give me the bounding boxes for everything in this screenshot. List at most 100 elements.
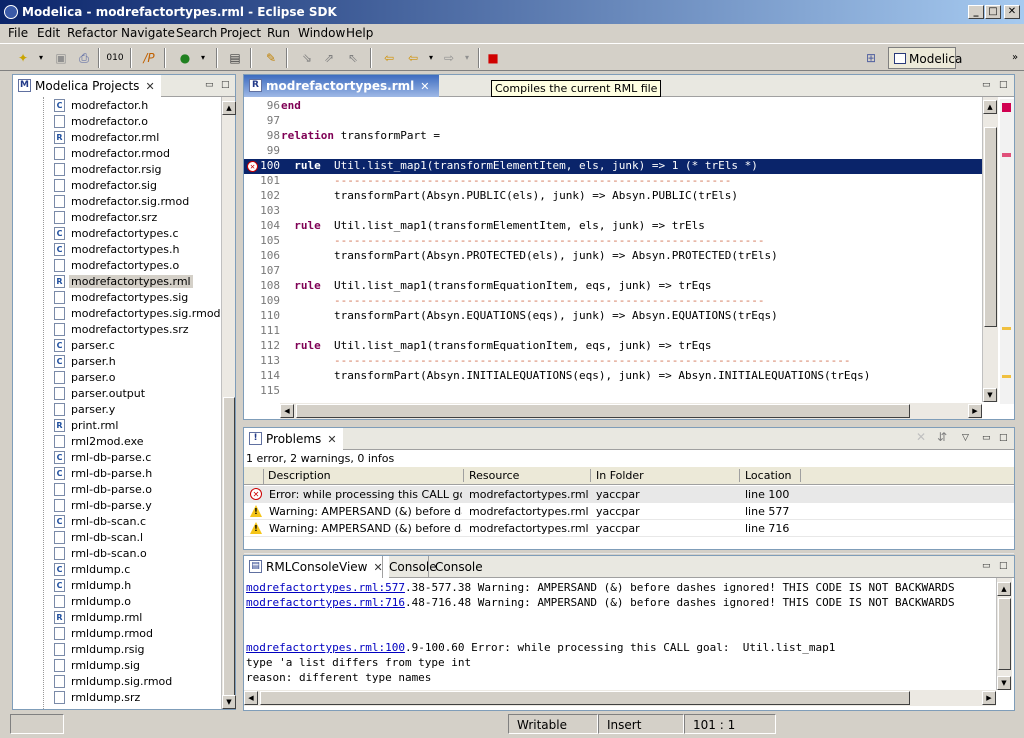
compile-rml-icon[interactable]: /P <box>140 49 158 67</box>
scroll-up-icon[interactable]: ▲ <box>983 100 997 114</box>
editor-hscroll[interactable]: ◀ ▶ <box>280 403 982 419</box>
tree-item[interactable]: modrefactor.o <box>13 114 221 130</box>
tree-item[interactable]: rmldump.rmod <box>13 626 221 642</box>
tree-item[interactable]: rmldump.sig.rmod <box>13 674 221 690</box>
menu-run[interactable]: Run <box>267 26 290 40</box>
tree-item[interactable]: modrefactortypes.o <box>13 258 221 274</box>
maximize-view-icon[interactable]: □ <box>221 80 230 90</box>
back-icon[interactable]: ⇦ <box>404 49 422 67</box>
console-file-link[interactable]: modrefactortypes.rml:100 <box>246 641 405 654</box>
minimize-view-icon[interactable]: ▭ <box>982 80 991 90</box>
filter-icon[interactable]: ⇵ <box>937 430 947 444</box>
last-edit-icon[interactable]: ⇖ <box>344 49 362 67</box>
minimize-view-icon[interactable]: ▭ <box>205 80 214 90</box>
prev-annotation-icon[interactable]: ⇗ <box>320 49 338 67</box>
tree-item[interactable]: modrefactor.srz <box>13 210 221 226</box>
console-file-link[interactable]: modrefactortypes.rml:577 <box>246 581 405 594</box>
tree-item[interactable]: rmldump.o <box>13 594 221 610</box>
delete-icon[interactable]: ✕ <box>916 430 926 444</box>
code-line[interactable]: 98 relation transformPart = <box>244 129 982 144</box>
tree-item[interactable]: Cmodrefactortypes.h <box>13 242 221 258</box>
tree-item[interactable]: Rrmldump.rml <box>13 610 221 626</box>
problem-row[interactable]: ! Warning: AMPERSAND (&) before da... modr… <box>244 520 1014 537</box>
run-dropdown-icon[interactable]: ▾ <box>194 49 212 67</box>
editor-scroll-thumb[interactable] <box>984 127 997 327</box>
code-line[interactable]: ✕ 100 rule Util.list_map1(transformElemen… <box>244 159 982 174</box>
tree-item[interactable]: parser.y <box>13 402 221 418</box>
open-perspective-icon[interactable]: ⊞ <box>862 49 880 67</box>
close-icon[interactable]: ✕ <box>145 80 154 93</box>
tree-item[interactable]: rml2mod.exe <box>13 434 221 450</box>
perspective-modelica[interactable]: Modelica <box>888 47 962 69</box>
menu-file[interactable]: File <box>8 26 28 40</box>
scroll-down-icon[interactable]: ▼ <box>222 695 236 709</box>
menu-project[interactable]: Project <box>220 26 261 40</box>
problem-row[interactable]: ✕ Error: while processing this CALL go...… <box>244 486 1014 503</box>
console-hscroll-thumb[interactable] <box>260 691 910 705</box>
col-location[interactable]: Location <box>740 469 801 482</box>
tree-item[interactable]: rmldump.srz <box>13 690 221 706</box>
task-icon[interactable]: ▤ <box>226 49 244 67</box>
scroll-right-icon[interactable]: ▶ <box>982 691 996 705</box>
minimize-view-icon[interactable]: ▭ <box>982 561 991 571</box>
editor-hscroll-thumb[interactable] <box>296 404 910 418</box>
col-description[interactable]: Description <box>264 469 464 482</box>
scroll-up-icon[interactable]: ▲ <box>997 582 1011 596</box>
scroll-up-icon[interactable]: ▲ <box>222 101 236 115</box>
tree-item[interactable]: rmldump.sig <box>13 658 221 674</box>
menu-window[interactable]: Window <box>298 26 345 40</box>
warning-line-marker[interactable] <box>1002 375 1011 378</box>
maximize-button[interactable]: □ <box>985 5 1001 19</box>
tree-item[interactable]: Cmodrefactor.h <box>13 98 221 114</box>
tree-item[interactable]: Rmodrefactortypes.rml <box>13 274 221 290</box>
scroll-down-icon[interactable]: ▼ <box>983 388 997 402</box>
code-line[interactable]: 96 end <box>244 99 982 114</box>
tree-item[interactable]: Cparser.c <box>13 338 221 354</box>
scroll-down-icon[interactable]: ▼ <box>997 676 1011 690</box>
close-icon[interactable]: ✕ <box>327 433 336 446</box>
warning-line-marker[interactable] <box>1002 327 1011 330</box>
tree-item[interactable]: modrefactortypes.sig <box>13 290 221 306</box>
tree-item[interactable]: parser.o <box>13 370 221 386</box>
code-line[interactable]: 105 ------------------------------------… <box>244 234 982 249</box>
tree-item[interactable]: rml-db-parse.o <box>13 482 221 498</box>
minimize-view-icon[interactable]: ▭ <box>982 433 991 443</box>
code-line[interactable]: 102 transformPart(Absyn.PUBLIC(els), jun… <box>244 189 982 204</box>
scroll-right-icon[interactable]: ▶ <box>968 404 982 418</box>
code-line[interactable]: 109 ------------------------------------… <box>244 294 982 309</box>
save-icon[interactable]: ▣ <box>52 49 70 67</box>
tree-item[interactable]: Cmodrefactortypes.c <box>13 226 221 242</box>
next-annotation-icon[interactable]: ⇘ <box>298 49 316 67</box>
menu-search[interactable]: Search <box>176 26 217 40</box>
tab-problems[interactable]: ! Problems ✕ <box>244 428 343 450</box>
tab-modrefactortypes-rml[interactable]: Rmodrefactortypes.rml ✕ <box>244 75 440 97</box>
tree-item[interactable]: Crml-db-parse.c <box>13 450 221 466</box>
tree-item[interactable]: modrefactortypes.sig.rmod <box>13 306 221 322</box>
tree-scroll-thumb[interactable] <box>223 397 235 707</box>
tab-modelica-projects[interactable]: M Modelica Projects ✕ <box>13 75 161 97</box>
code-line[interactable]: 107 <box>244 264 982 279</box>
code-line[interactable]: 110 transformPart(Absyn.EQUATIONS(eqs), … <box>244 309 982 324</box>
forward-icon[interactable]: ⇨ <box>440 49 458 67</box>
code-line[interactable]: 101 ------------------------------------… <box>244 174 982 189</box>
tree-item[interactable]: Crmldump.h <box>13 578 221 594</box>
code-line[interactable]: 114 transformPart(Absyn.INITIALEQUATIONS… <box>244 369 982 384</box>
tree-item[interactable]: modrefactortypes.srz <box>13 322 221 338</box>
tree-item[interactable]: modrefactor.sig <box>13 178 221 194</box>
code-line[interactable]: 104 rule Util.list_map1(transformElement… <box>244 219 982 234</box>
tree-item[interactable]: rml-db-scan.o <box>13 546 221 562</box>
code-line[interactable]: 103 <box>244 204 982 219</box>
menu-edit[interactable]: Edit <box>37 26 60 40</box>
console-file-link[interactable]: modrefactortypes.rml:716 <box>246 596 405 609</box>
tree-item[interactable]: Crml-db-parse.h <box>13 466 221 482</box>
close-button[interactable]: ✕ <box>1004 5 1020 19</box>
tree-item[interactable]: rml-db-scan.l <box>13 530 221 546</box>
tree-item[interactable]: modrefactor.sig.rmod <box>13 194 221 210</box>
tree-item[interactable]: modrefactor.rsig <box>13 162 221 178</box>
code-line[interactable]: 108 rule Util.list_map1(transformEquatio… <box>244 279 982 294</box>
code-line[interactable]: 115 <box>244 384 982 399</box>
run-icon[interactable]: ● <box>176 49 194 67</box>
code-line[interactable]: 97 <box>244 114 982 129</box>
menu-help[interactable]: Help <box>346 26 373 40</box>
menu-navigate[interactable]: Navigate <box>121 26 175 40</box>
